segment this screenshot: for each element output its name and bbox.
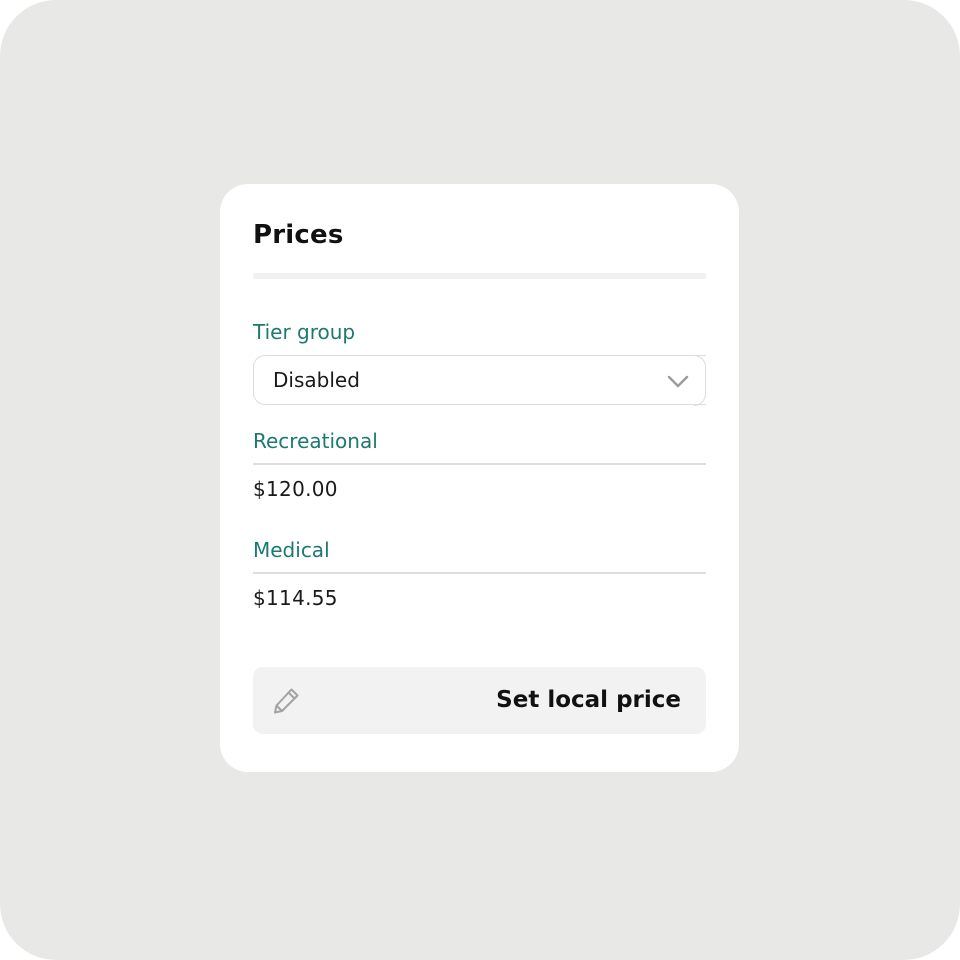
medical-divider <box>253 572 706 574</box>
recreational-label: Recreational <box>253 429 378 453</box>
card-title: Prices <box>253 220 344 250</box>
tier-group-selected-value: Disabled <box>273 368 360 392</box>
prices-card: Prices Tier group Disabled Recreational … <box>220 184 739 772</box>
title-divider <box>253 273 706 279</box>
pencil-icon <box>274 688 299 714</box>
recreational-price: $120.00 <box>253 477 338 501</box>
set-local-price-label: Set local price <box>496 687 681 713</box>
tier-group-label: Tier group <box>253 320 356 344</box>
app-background: Prices Tier group Disabled Recreational … <box>0 0 960 960</box>
tier-group-select[interactable]: Disabled <box>253 354 706 406</box>
medical-label: Medical <box>253 538 330 562</box>
chevron-down-icon <box>667 375 689 388</box>
medical-price: $114.55 <box>253 586 338 610</box>
set-local-price-button[interactable]: Set local price <box>253 667 706 734</box>
recreational-divider <box>253 463 706 465</box>
